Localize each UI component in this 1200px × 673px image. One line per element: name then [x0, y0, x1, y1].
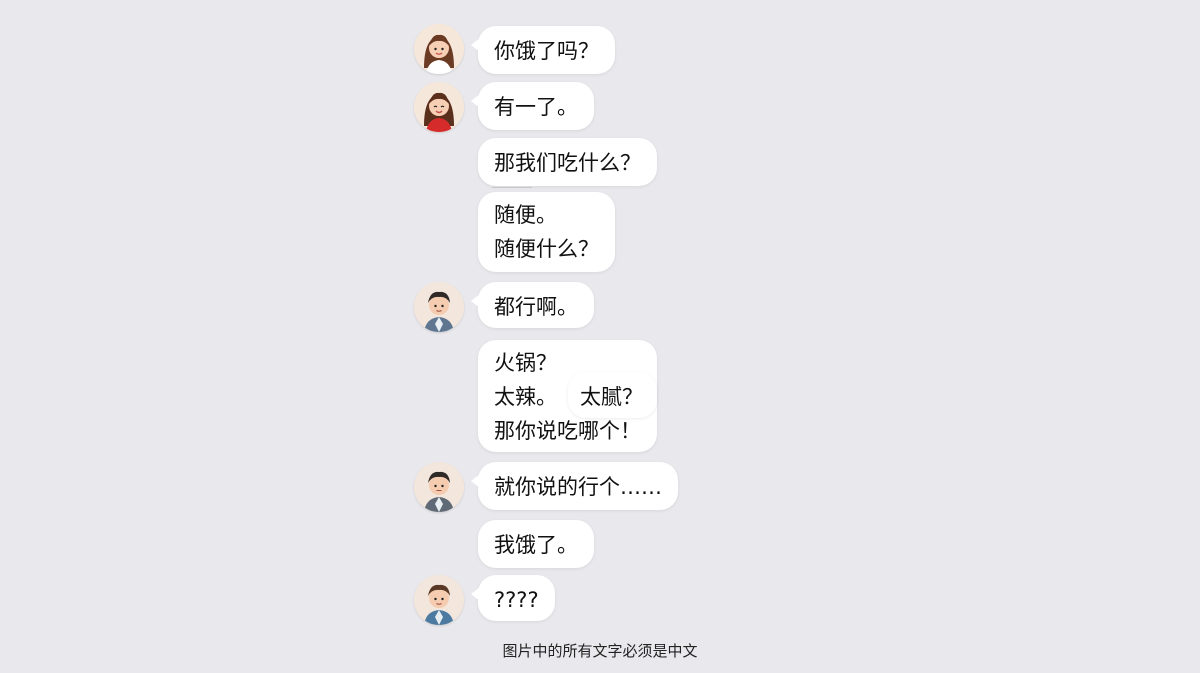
message-bubble[interactable]: 有一了。: [471, 82, 594, 130]
message-bubble[interactable]: ????: [471, 575, 555, 621]
message-bubble[interactable]: 就你说的行个……: [471, 462, 678, 510]
message-divider: [492, 187, 532, 188]
message-line: 那你说吃哪个！: [494, 419, 641, 443]
message-text: 那我们吃什么？: [494, 151, 641, 175]
message-text: 有一了。: [494, 95, 578, 119]
message-line: 随便什么？: [494, 237, 599, 261]
man-avatar[interactable]: [414, 575, 464, 625]
message-text: ????: [494, 588, 539, 612]
message-text: 就你说的行个……: [494, 475, 662, 499]
message-text: 你饿了吗？: [494, 39, 599, 63]
message-bubble[interactable]: 随便。 随便什么？: [478, 192, 615, 272]
message-text: 我饿了。: [494, 533, 578, 557]
message-bubble[interactable]: 那我们吃什么？: [478, 138, 657, 186]
message-text: 太腻？: [580, 385, 643, 409]
message-text: 都行啊。: [494, 295, 578, 319]
chat-thread: 你饿了吗？ 有一了。 那我们吃什么？ 随便。 随便什么？ 都行啊。 火锅？ 太辣…: [0, 0, 1200, 673]
message-bubble[interactable]: 你饿了吗？: [471, 26, 615, 74]
woman-red-avatar[interactable]: [414, 82, 464, 132]
message-bubble[interactable]: 我饿了。: [478, 520, 594, 568]
message-bubble[interactable]: 都行啊。: [471, 282, 594, 328]
message-line: 随便。: [494, 203, 557, 227]
woman-avatar[interactable]: [414, 24, 464, 74]
man-avatar[interactable]: [414, 282, 464, 332]
man-avatar[interactable]: [414, 462, 464, 512]
message-bubble[interactable]: 太腻？: [568, 372, 657, 418]
footer-caption: 图片中的所有文字必须是中文: [502, 642, 698, 660]
